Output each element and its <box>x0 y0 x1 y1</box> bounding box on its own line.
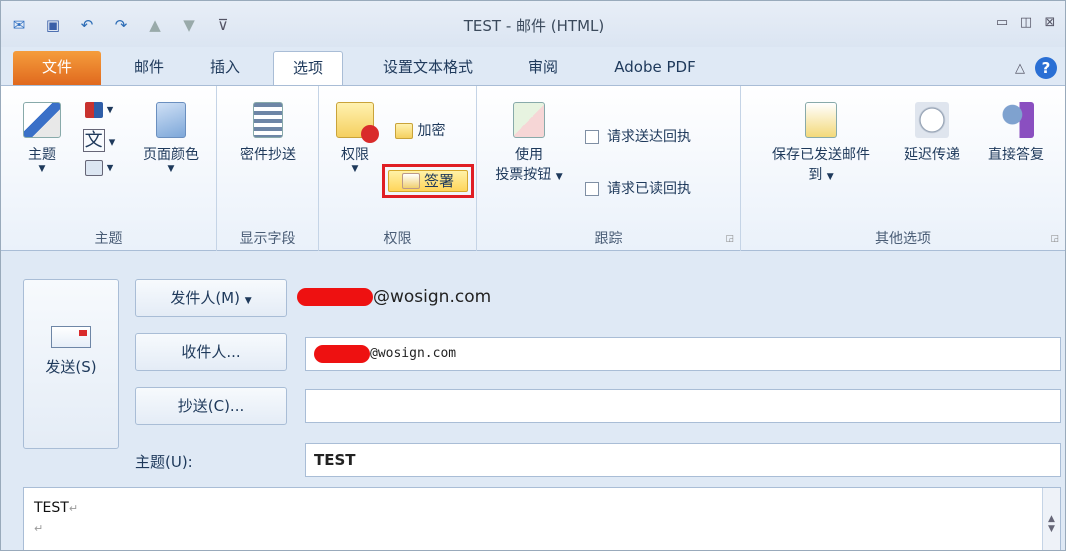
save-sent-icon <box>805 102 837 138</box>
title-bar: ✉ ▣ ↶ ↷ ▲ ▼ ⊽ TEST - 邮件 (HTML) ▭ ◫ ⊠ <box>1 1 1065 47</box>
window-title: TEST - 邮件 (HTML) <box>463 17 605 35</box>
tab-file[interactable]: 文件 <box>13 51 101 85</box>
group-label: 主题 <box>94 231 123 247</box>
close-icon[interactable]: ⊠ <box>1041 13 1059 31</box>
dropdown-arrow-icon: ▼ <box>244 296 252 306</box>
tab-format-text[interactable]: 设置文本格式 <box>363 51 493 85</box>
to-field[interactable]: @wosign.com <box>305 337 1061 371</box>
checkbox-icon <box>585 130 599 144</box>
send-icon <box>51 326 91 348</box>
dropdown-arrow-icon: ▼ <box>351 164 359 174</box>
theme-icon <box>23 102 61 138</box>
message-body[interactable]: TEST↵ ↵ ▲ ▼ <box>23 487 1061 550</box>
group-label: 显示字段 <box>239 231 296 247</box>
paragraph-mark-icon: ↵ <box>68 502 79 515</box>
dropdown-arrow-icon: ▼ <box>167 164 175 174</box>
body-line: TEST↵ <box>34 500 79 516</box>
read-receipt-checkbox[interactable]: 请求已读回执 <box>585 178 735 198</box>
vertical-scrollbar[interactable]: ▲ ▼ <box>1042 488 1060 550</box>
message-form: 发送(S) 发件人(M) ▼ @wosign.com 收件人... @wosig… <box>1 251 1065 550</box>
theme-sub-buttons: ▾ 文 ▾ ▾ <box>77 102 121 176</box>
redaction-mark <box>314 344 370 363</box>
direct-replies-button[interactable]: 直接答复 <box>975 102 1057 164</box>
dropdown-arrow-icon: ▼ <box>555 172 563 182</box>
tab-adobe-pdf[interactable]: Adobe PDF <box>595 51 715 85</box>
page-color-icon <box>156 102 186 138</box>
restore-icon[interactable]: ◫ <box>1017 13 1035 31</box>
window-controls: ▭ ◫ ⊠ <box>993 13 1059 31</box>
sign-button-highlight: 签署 <box>382 164 474 198</box>
fonts-icon[interactable]: 文 ▾ <box>77 126 121 152</box>
subject-label: 主题(U): <box>135 453 193 471</box>
sign-icon <box>401 173 420 189</box>
checkbox-icon <box>585 182 599 196</box>
bcc-icon <box>253 102 283 138</box>
colors-icon[interactable]: ▾ <box>77 102 121 118</box>
voting-buttons-button[interactable]: 使用 投票按钮 ▼ <box>485 102 573 184</box>
save-sent-items-button[interactable]: 保存已发送邮件 到 ▼ <box>751 102 891 184</box>
cc-field[interactable] <box>305 389 1061 423</box>
voting-icon <box>513 102 545 138</box>
minimize-icon[interactable]: ▭ <box>993 13 1011 31</box>
scroll-down-icon[interactable]: ▼ <box>1043 524 1060 534</box>
encrypt-button[interactable]: 加密 <box>395 120 475 140</box>
send-button[interactable]: 发送(S) <box>23 279 119 449</box>
tab-mail[interactable]: 邮件 <box>121 51 177 85</box>
group-label: 其他选项 <box>875 231 931 247</box>
help-icon[interactable]: ? <box>1035 57 1057 79</box>
dialog-launcher-icon[interactable]: ◲ <box>1050 234 1059 244</box>
sign-button[interactable]: 签署 <box>388 170 468 192</box>
encrypt-icon <box>395 123 413 139</box>
ribbon: 主题 ▼ ▾ 文 ▾ ▾ 页面颜色 ▼ 主题 密件抄送 显示字段 权限 ▼ 加密… <box>1 85 1065 252</box>
group-label: 权限 <box>383 231 412 247</box>
effects-icon[interactable]: ▾ <box>77 160 121 176</box>
delivery-receipt-checkbox[interactable]: 请求送达回执 <box>585 126 735 146</box>
permission-button[interactable]: 权限 ▼ <box>331 102 379 174</box>
cc-button[interactable]: 抄送(C)... <box>135 387 287 425</box>
tab-options[interactable]: 选项 <box>273 51 343 85</box>
ribbon-tabs: 文件 邮件 插入 选项 设置文本格式 审阅 Adobe PDF △ ? <box>1 47 1065 85</box>
delay-delivery-button[interactable]: 延迟传递 <box>891 102 973 164</box>
page-color-button[interactable]: 页面颜色 ▼ <box>131 102 211 174</box>
collapse-ribbon-icon[interactable]: △ <box>1015 61 1025 76</box>
tab-right-controls: △ ? <box>1015 57 1057 79</box>
bcc-button[interactable]: 密件抄送 <box>227 102 309 164</box>
subject-field[interactable]: TEST <box>305 443 1061 477</box>
tab-insert[interactable]: 插入 <box>197 51 253 85</box>
to-button[interactable]: 收件人... <box>135 333 287 371</box>
dropdown-arrow-icon: ▼ <box>38 164 46 174</box>
from-button[interactable]: 发件人(M) ▼ <box>135 279 287 317</box>
dialog-launcher-icon[interactable]: ◲ <box>725 234 734 244</box>
group-label: 跟踪 <box>594 231 623 247</box>
redaction-mark <box>297 288 373 306</box>
show-fields-group: 密件抄送 显示字段 <box>217 86 319 252</box>
theme-group: 主题 ▼ ▾ 文 ▾ ▾ 页面颜色 ▼ 主题 <box>1 86 217 252</box>
more-options-group: 保存已发送邮件 到 ▼ 延迟传递 直接答复 其他选项 ◲ <box>741 86 1065 252</box>
permission-envelope-icon <box>336 102 379 143</box>
paragraph-mark-icon: ↵ <box>34 522 44 535</box>
tracking-group: 使用 投票按钮 ▼ 请求送达回执 请求已读回执 跟踪 ◲ <box>477 86 741 252</box>
from-address: @wosign.com <box>297 287 491 307</box>
theme-button[interactable]: 主题 ▼ <box>19 102 65 174</box>
scroll-up-icon[interactable]: ▲ <box>1043 514 1060 524</box>
tab-review[interactable]: 审阅 <box>513 51 573 85</box>
direct-replies-icon <box>998 102 1034 138</box>
stopwatch-icon <box>915 102 949 138</box>
dropdown-arrow-icon: ▼ <box>826 172 834 182</box>
outlook-window: ✉ ▣ ↶ ↷ ▲ ▼ ⊽ TEST - 邮件 (HTML) ▭ ◫ ⊠ 文件 … <box>0 0 1066 551</box>
